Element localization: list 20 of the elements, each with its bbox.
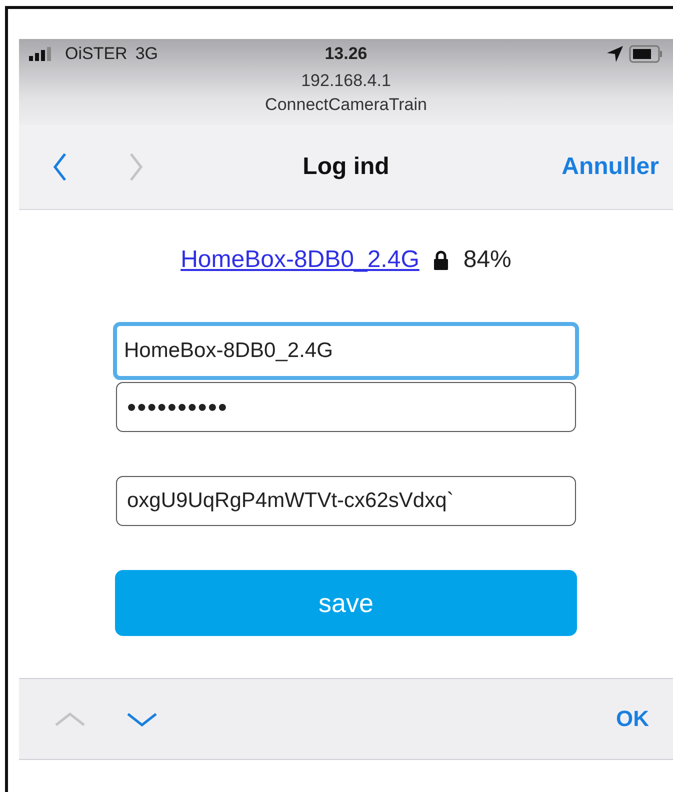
- signal-strength: 84%: [463, 246, 512, 274]
- url-text: 192.168.4.1: [301, 71, 391, 91]
- status-time: 13.26: [324, 44, 368, 63]
- password-field[interactable]: ••••••••••: [116, 382, 576, 432]
- chevron-right-icon: [127, 151, 145, 183]
- input-field[interactable]: HomeBox-8DB0_2.4G: [113, 322, 579, 380]
- location-arrow-icon: [607, 46, 623, 62]
- lock-icon: [433, 250, 450, 270]
- network-link[interactable]: HomeBox-8DB0_2.4G: [180, 246, 420, 274]
- carrier-name: OiSTER: [65, 44, 128, 64]
- page-title: ConnectCameraTrain: [265, 95, 427, 115]
- ok-button[interactable]: OK: [610, 705, 655, 733]
- network-type: 3G: [135, 44, 158, 64]
- chevron-up-icon: [53, 710, 87, 728]
- cancel-button[interactable]: Annuller: [562, 153, 659, 181]
- input-field[interactable]: oxgU9UqRgP4mWTVt-cx62sVdxq`: [116, 476, 576, 526]
- chevron-down-icon: [125, 710, 159, 728]
- battery-icon: [629, 45, 663, 63]
- nav-title: Log ind: [302, 153, 390, 180]
- chevron-left-icon: [51, 151, 69, 183]
